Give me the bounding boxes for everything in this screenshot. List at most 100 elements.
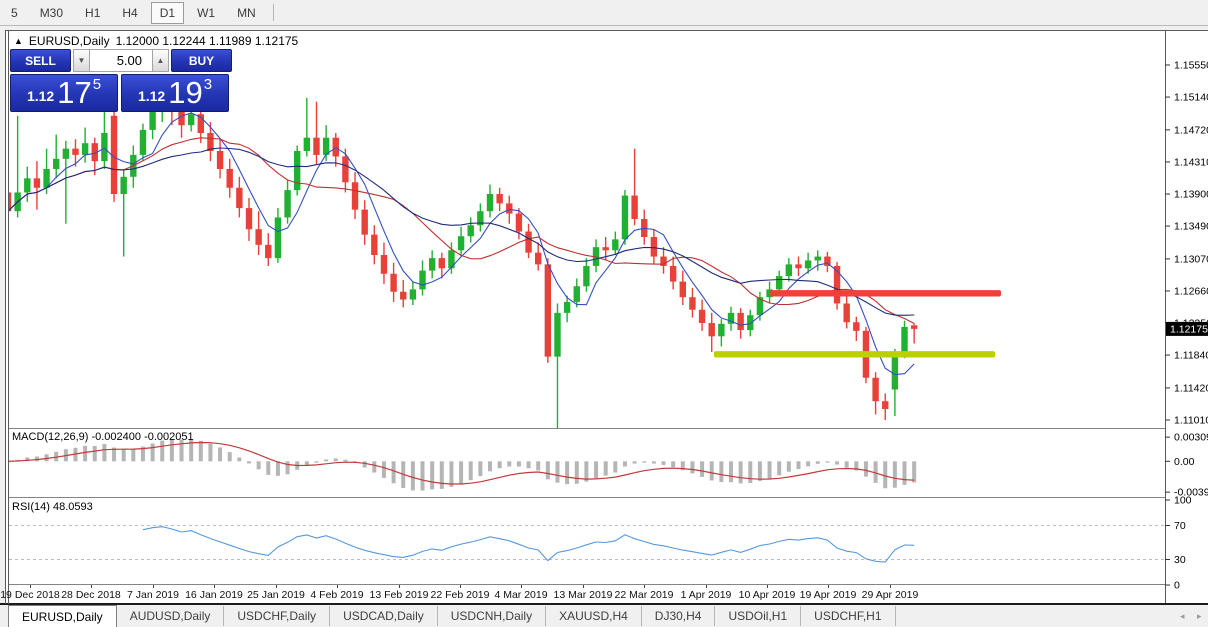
- date-axis-tick: [153, 585, 154, 588]
- candle-body: [429, 258, 435, 271]
- macd-histogram-bar: [835, 461, 839, 464]
- macd-histogram-bar: [382, 461, 386, 478]
- macd-histogram-bar: [642, 461, 646, 462]
- timeframe-button-m30[interactable]: M30: [31, 2, 72, 24]
- pane-separator-highlight-2: [9, 498, 1165, 499]
- timeframe-button-d1[interactable]: D1: [151, 2, 184, 24]
- price-axis-label: 1.14720: [1174, 124, 1208, 136]
- date-axis-tick: [460, 585, 461, 588]
- rsi-axis-label: 100: [1174, 495, 1192, 507]
- macd-histogram-bar: [257, 461, 261, 469]
- volume-input[interactable]: [90, 49, 152, 72]
- tab-usdoil-h1[interactable]: USDOil,H1: [715, 606, 801, 626]
- macd-histogram-bar: [864, 461, 868, 476]
- timeframe-button-h1[interactable]: H1: [76, 2, 109, 24]
- macd-axis-label: 0.003095: [1174, 432, 1208, 444]
- candle-body: [217, 151, 223, 169]
- macd-histogram-bar: [893, 461, 897, 487]
- macd-histogram-bar: [276, 461, 280, 476]
- timeframe-button-w1[interactable]: W1: [188, 2, 224, 24]
- date-axis-tick: [30, 585, 31, 588]
- tab-audusd-daily[interactable]: AUDUSD,Daily: [117, 606, 225, 626]
- tab-xauusd-h4[interactable]: XAUUSD,H4: [546, 606, 642, 626]
- price-axis-label: 1.11840: [1174, 350, 1208, 362]
- macd-histogram-bar: [555, 461, 559, 482]
- candle-body: [284, 190, 290, 217]
- support-line[interactable]: [714, 351, 995, 357]
- macd-histogram-bar: [796, 461, 800, 469]
- tab-dj30-h4[interactable]: DJ30,H4: [642, 606, 716, 626]
- tab-usdcad-daily[interactable]: USDCAD,Daily: [330, 606, 438, 626]
- macd-histogram-bar: [517, 461, 521, 466]
- sell-button[interactable]: SELL: [10, 49, 71, 72]
- tab-scroll-left-icon[interactable]: ◂: [1180, 611, 1185, 622]
- tab-usdcnh-daily[interactable]: USDCNH,Daily: [438, 606, 546, 626]
- macd-histogram-bar: [334, 458, 338, 461]
- candle-body: [53, 159, 59, 169]
- candle-body: [34, 178, 40, 187]
- date-axis-tick: [706, 585, 707, 588]
- window-left-border-inner: [8, 30, 9, 604]
- tab-scroll-right-icon[interactable]: ▸: [1197, 611, 1202, 622]
- tab-eurusd-daily[interactable]: EURUSD,Daily: [8, 605, 117, 627]
- macd-histogram-bar: [565, 461, 569, 484]
- macd-histogram-bar: [739, 461, 743, 483]
- tab-usdchf-h1[interactable]: USDCHF,H1: [801, 606, 895, 626]
- buy-quote-button[interactable]: 1.12 19 3: [121, 74, 229, 112]
- chart-window-background: [5, 30, 1208, 604]
- macd-histogram-bar: [266, 461, 270, 475]
- chart-ohlc-values: 1.12000 1.12244 1.11989 1.12175: [116, 34, 299, 48]
- macd-histogram-bar: [228, 452, 232, 461]
- rsi-axis-tick: [1165, 559, 1170, 560]
- volume-decrease-button[interactable]: ▼: [73, 49, 90, 72]
- macd-histogram-bar: [527, 461, 531, 468]
- macd-histogram-bar: [122, 449, 126, 461]
- buy-button[interactable]: BUY: [171, 49, 232, 72]
- volume-increase-button[interactable]: ▲: [152, 49, 169, 72]
- toolbar-separator: [273, 4, 274, 21]
- candle-body: [236, 188, 242, 208]
- macd-histogram-bar: [324, 459, 328, 461]
- price-axis-tick: [1165, 387, 1170, 388]
- candle-body: [24, 178, 30, 192]
- price-axis-label: 1.14310: [1174, 156, 1208, 168]
- candle-body: [612, 239, 618, 250]
- macd-histogram-bar: [816, 461, 820, 464]
- candle-body: [911, 325, 917, 329]
- pane-separator-highlight-1: [9, 429, 1165, 430]
- timeframe-button-mn[interactable]: MN: [228, 2, 265, 24]
- macd-axis-label: 0.00: [1174, 456, 1195, 468]
- price-axis-label: 1.13900: [1174, 189, 1208, 201]
- candle-body: [901, 327, 907, 354]
- macd-histogram-bar: [372, 461, 376, 472]
- sell-quote-button[interactable]: 1.12 17 5: [10, 74, 118, 112]
- candle-body: [188, 114, 194, 125]
- date-axis-tick: [276, 585, 277, 588]
- resistance-line[interactable]: [770, 290, 1001, 296]
- macd-histogram-bar: [469, 461, 473, 480]
- candle-body: [737, 313, 743, 330]
- pane-separator-rsi-dates: [9, 584, 1165, 585]
- rsi-axis-tick: [1165, 500, 1170, 501]
- timeframe-button-h4[interactable]: H4: [113, 2, 146, 24]
- rsi-axis-label: 0: [1174, 580, 1180, 592]
- candle-body: [140, 130, 146, 155]
- candle-body: [709, 323, 715, 336]
- price-axis-tick: [1165, 97, 1170, 98]
- candle-body: [101, 133, 107, 161]
- macd-axis-tick: [1165, 492, 1170, 493]
- macd-histogram-bar: [633, 461, 637, 463]
- rsi-indicator-label: RSI(14) 48.0593: [12, 501, 93, 513]
- macd-histogram-bar: [546, 461, 550, 479]
- macd-histogram-bar: [488, 461, 492, 471]
- candle: [545, 258, 551, 363]
- candle-body: [390, 274, 396, 292]
- candle-body: [410, 289, 416, 299]
- candle-body: [843, 303, 849, 322]
- macd-histogram-bar: [363, 461, 367, 467]
- tab-usdchf-daily[interactable]: USDCHF,Daily: [224, 606, 330, 626]
- collapse-triangle-icon[interactable]: ▲: [14, 36, 23, 46]
- date-axis-label: 10 Apr 2019: [739, 589, 796, 601]
- timeframe-button-m15[interactable]: 5: [2, 2, 27, 24]
- macd-histogram-bar: [440, 461, 444, 489]
